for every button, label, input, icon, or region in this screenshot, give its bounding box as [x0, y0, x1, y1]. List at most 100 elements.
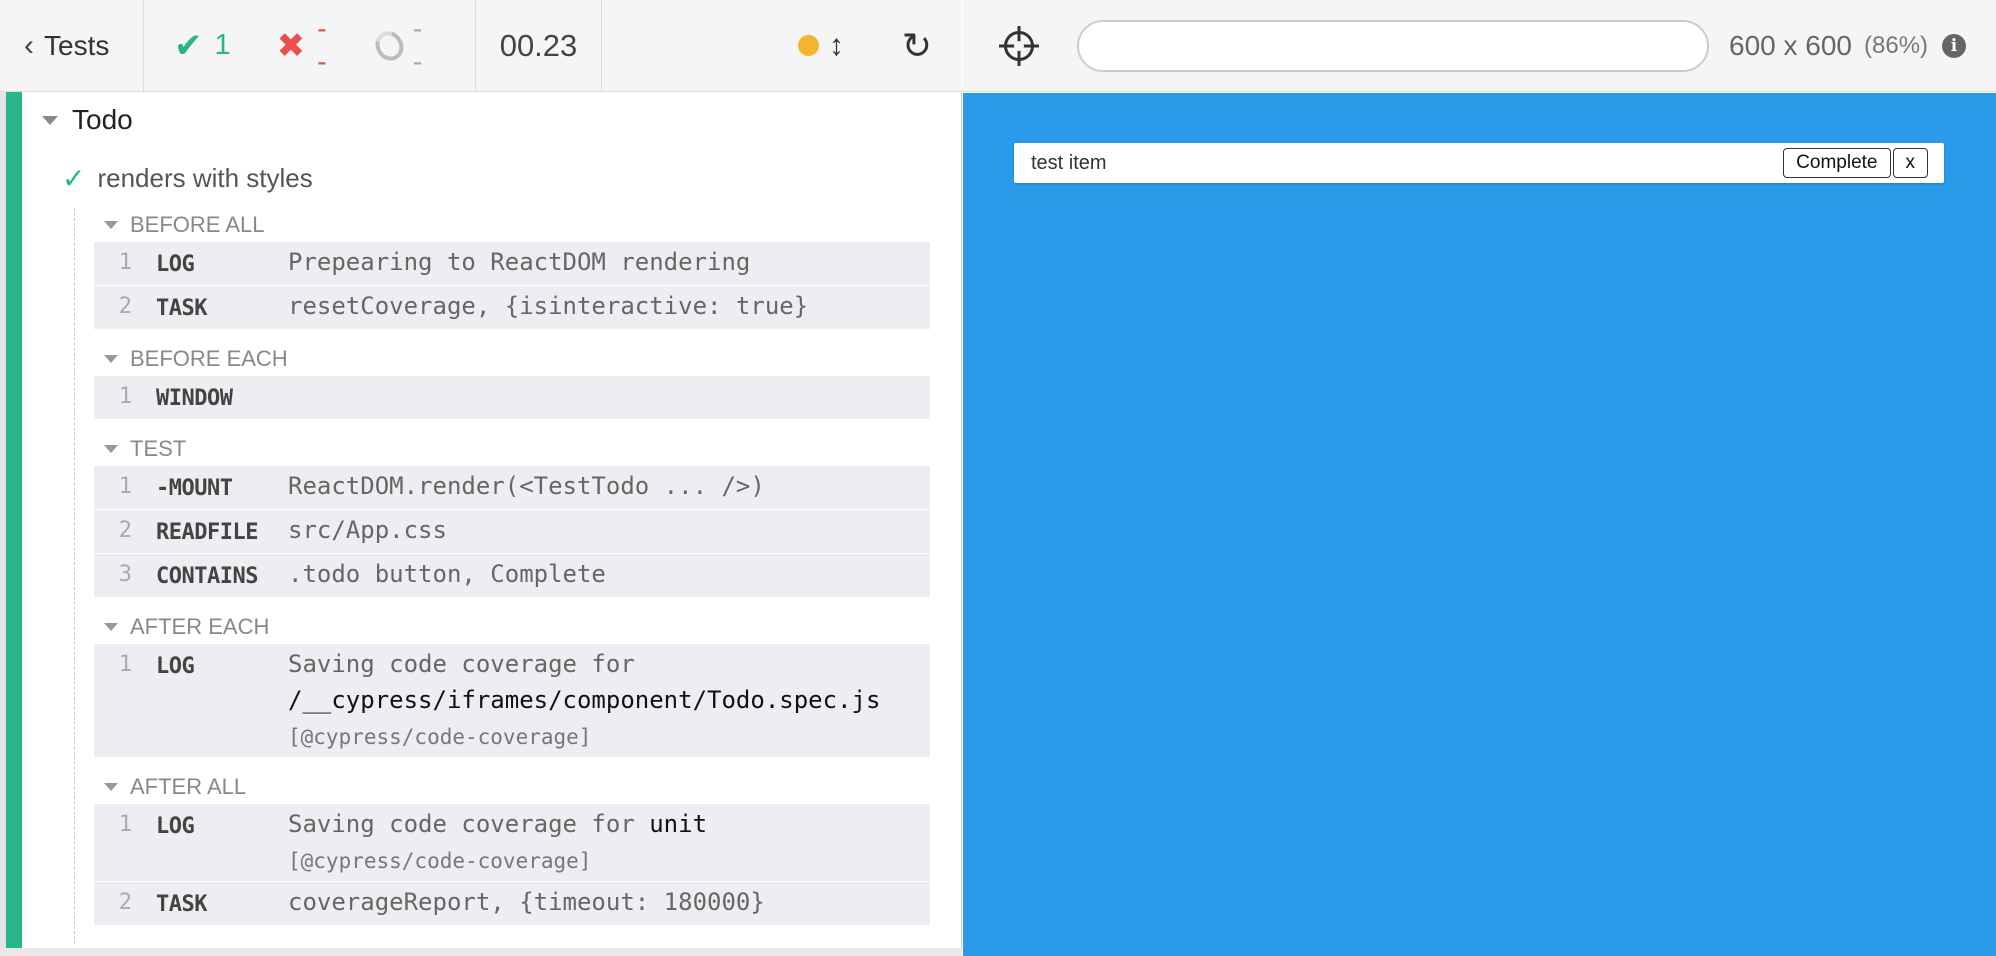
back-to-tests-button[interactable]: ‹ Tests	[0, 0, 144, 91]
command-name: -MOUNT	[156, 476, 233, 501]
test-stats: ✔ 1 ✖ -- --	[144, 0, 476, 91]
hook-test: TEST 1 -MOUNT ReactDOM.render(<TestTodo …	[94, 432, 930, 598]
todo-text: test item	[1031, 151, 1107, 174]
reload-icon[interactable]: ↻	[902, 25, 932, 67]
hook-title-text: AFTER ALL	[130, 774, 247, 799]
command-message-text: Saving code coverage for	[288, 810, 635, 838]
reporter-controls: ↕ ↻	[602, 0, 962, 91]
checkmark-icon: ✓	[62, 163, 86, 194]
test-title-text: renders with styles	[97, 163, 313, 193]
hook-title-text: AFTER EACH	[130, 614, 270, 639]
caret-down-icon	[104, 623, 118, 631]
command-message-text: Saving code coverage for	[288, 650, 635, 678]
command-message-sub: [@cypress/code-coverage]	[288, 849, 592, 873]
command-number: 1	[118, 384, 132, 409]
caret-down-icon	[104, 783, 118, 791]
failed-stat: ✖ --	[277, 13, 330, 79]
command-row[interactable]: 2 TASK resetCoverage, {isinteractive: tr…	[94, 286, 930, 330]
command-message: Saving code coverage for unit [@cypress/…	[288, 806, 930, 879]
command-row[interactable]: 1 -MOUNT ReactDOM.render(<TestTodo ... /…	[94, 466, 930, 510]
command-number: 1	[118, 652, 132, 677]
command-row[interactable]: 2 TASK coverageReport, {timeout: 180000}	[94, 882, 930, 926]
command-name: LOG	[156, 654, 195, 679]
hook-after-each: AFTER EACH 1 LOG Saving code coverage fo…	[94, 610, 930, 758]
reporter-header: ‹ Tests ✔ 1 ✖ -- -- 00.23 ↕ ↻	[0, 0, 962, 92]
caret-down-icon	[104, 445, 118, 453]
passed-count: 1	[214, 29, 231, 61]
hook-title-text: TEST	[130, 436, 187, 461]
suite-title-text: Todo	[72, 104, 133, 135]
x-icon: ✖	[276, 26, 306, 65]
command-message: coverageReport, {timeout: 180000}	[288, 888, 765, 916]
command-row[interactable]: 3 CONTAINS .todo button, Complete	[94, 554, 930, 598]
command-message: resetCoverage, {isinteractive: true}	[288, 292, 809, 320]
command-name: READFILE	[156, 520, 258, 545]
failed-count: --	[317, 12, 327, 78]
command-name: LOG	[156, 814, 195, 839]
command-row[interactable]: 2 READFILE src/App.css	[94, 510, 930, 554]
suite-status-bar	[6, 92, 22, 948]
pending-stat: --	[370, 12, 429, 79]
pending-count: --	[412, 12, 423, 78]
complete-button[interactable]: Complete	[1783, 148, 1891, 178]
crosshair-icon[interactable]	[1004, 30, 1034, 61]
hook-title[interactable]: BEFORE ALL	[94, 208, 930, 242]
hook-title[interactable]: AFTER ALL	[94, 770, 930, 804]
command-message-strong: unit	[649, 810, 708, 838]
command-number: 2	[118, 294, 132, 319]
app-under-test: test item Complete x	[963, 93, 1996, 956]
hook-before-all: BEFORE ALL 1 LOG Prepearing to ReactDOM …	[94, 208, 930, 330]
dot-icon	[797, 35, 819, 56]
viewport-percent: (86%)	[1864, 31, 1929, 59]
checkmark-icon: ✔	[174, 26, 203, 65]
command-row[interactable]: 1 WINDOW	[94, 376, 930, 420]
command-message: .todo button, Complete	[288, 560, 606, 588]
command-row[interactable]: 1 LOG Prepearing to ReactDOM rendering	[94, 242, 930, 286]
caret-down-icon	[104, 355, 118, 363]
reporter-panel: ‹ Tests ✔ 1 ✖ -- -- 00.23 ↕ ↻ Todo ✓ ren…	[0, 0, 962, 956]
command-number: 1	[118, 474, 132, 499]
command-message-strong: /__cypress/iframes/component/Todo.spec.j…	[288, 686, 881, 714]
command-row[interactable]: 1 LOG Saving code coverage for unit [@cy…	[94, 804, 930, 882]
remove-button[interactable]: x	[1892, 148, 1928, 178]
divider	[0, 948, 962, 956]
command-name: TASK	[156, 296, 207, 321]
passed-stat: ✔ 1	[174, 29, 231, 63]
info-icon[interactable]: i	[1942, 33, 1967, 58]
command-name: LOG	[156, 252, 195, 277]
hook-title-text: BEFORE EACH	[130, 346, 288, 371]
duration-value: 00.23	[499, 27, 578, 63]
todo-item: test item Complete x	[1014, 143, 1944, 183]
url-input[interactable]	[1077, 19, 1709, 72]
command-row[interactable]: 1 LOG Saving code coverage for /__cypres…	[94, 644, 930, 758]
duration: 00.23	[476, 0, 602, 91]
spinner-icon	[370, 25, 409, 66]
command-name: WINDOW	[156, 386, 233, 411]
test-title[interactable]: ✓ renders with styles	[62, 162, 313, 195]
up-down-arrow-icon[interactable]: ↕	[829, 29, 844, 63]
caret-down-icon	[42, 115, 58, 125]
command-message: Saving code coverage for /__cypress/ifra…	[288, 646, 930, 755]
command-number: 1	[118, 812, 132, 837]
command-number: 2	[118, 890, 132, 915]
caret-down-icon	[104, 221, 118, 229]
divider	[74, 208, 75, 944]
command-message-sub: [@cypress/code-coverage]	[288, 725, 592, 749]
suite-title[interactable]: Todo	[42, 104, 133, 136]
runnables: Todo ✓ renders with styles BEFORE ALL 1 …	[0, 92, 962, 956]
command-number: 2	[118, 518, 132, 543]
hook-before-each: BEFORE EACH 1 WINDOW	[94, 342, 930, 420]
viewport-size: 600 x 600	[1729, 29, 1852, 61]
command-number: 3	[118, 562, 132, 587]
chevron-left-icon: ‹	[24, 28, 34, 62]
hook-title[interactable]: BEFORE EACH	[94, 342, 930, 376]
command-name: CONTAINS	[156, 564, 258, 589]
hook-title-text: BEFORE ALL	[130, 212, 265, 237]
command-message: src/App.css	[288, 516, 447, 544]
command-number: 1	[118, 250, 132, 275]
command-name: TASK	[156, 892, 207, 917]
hook-title[interactable]: AFTER EACH	[94, 610, 930, 644]
command-message: ReactDOM.render(<TestTodo ... />)	[288, 472, 765, 500]
back-label: Tests	[44, 29, 110, 61]
hook-title[interactable]: TEST	[94, 432, 930, 466]
